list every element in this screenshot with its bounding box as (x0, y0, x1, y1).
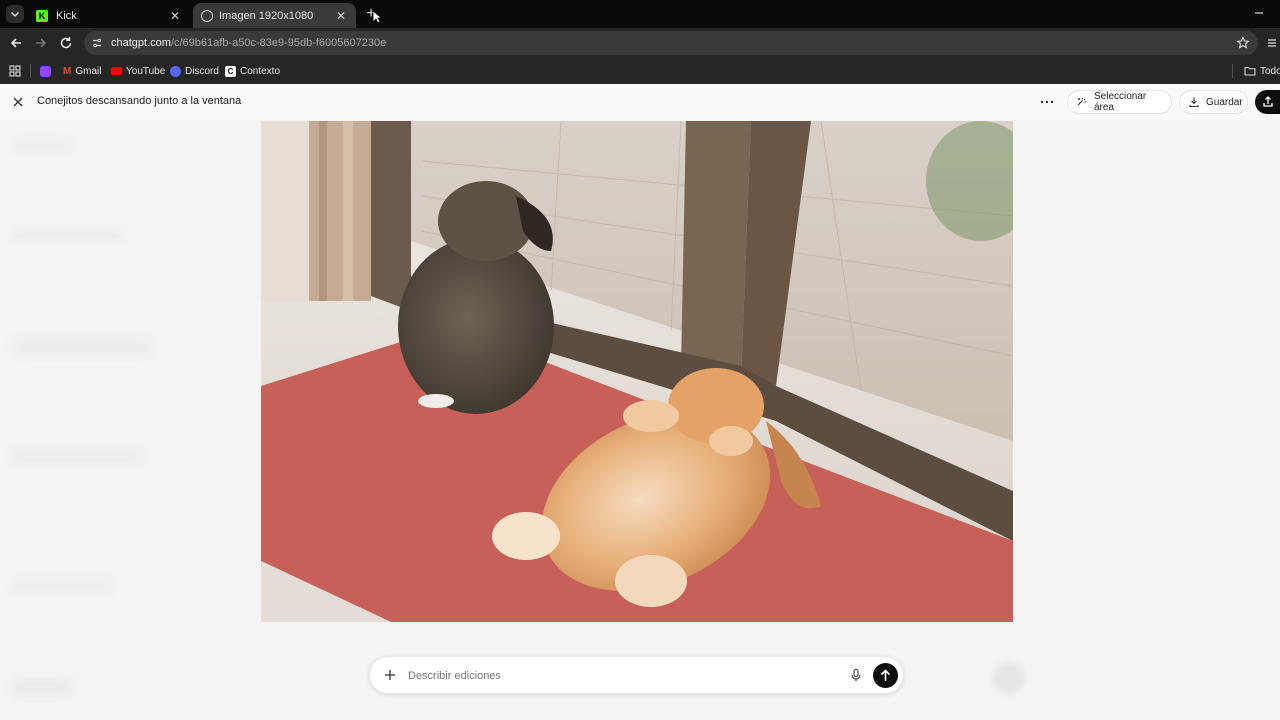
more-options-button[interactable] (1038, 94, 1056, 110)
tab-kick[interactable]: K Kick ✕ (28, 3, 190, 28)
select-area-label: Seleccionar área (1094, 91, 1147, 113)
bookmarks-bar: M Gmail YouTube Discord C Contexto Todo (0, 58, 1280, 85)
save-label: Guardar (1206, 96, 1243, 108)
close-icon[interactable]: ✕ (334, 9, 348, 23)
bookmark-label: Gmail (75, 65, 102, 77)
bookmark-discord[interactable]: Discord (170, 58, 219, 84)
back-button[interactable] (8, 35, 24, 51)
edited-image (261, 121, 1013, 622)
twitch-icon (40, 65, 51, 77)
close-icon[interactable]: ✕ (168, 9, 182, 23)
forward-button[interactable] (33, 35, 49, 51)
share-button[interactable] (1255, 90, 1280, 114)
address-bar[interactable]: chatgpt.com/c/69b61afb-a50c-83e9-95db-f6… (84, 31, 1258, 55)
bookmark-contexto[interactable]: C Contexto (225, 58, 280, 84)
minimize-window-button[interactable] (1252, 6, 1266, 20)
blurred-sidebar (0, 120, 200, 720)
site-info-icon[interactable] (91, 37, 103, 49)
close-editor-button[interactable] (11, 95, 25, 109)
minimize-icon (1255, 12, 1263, 14)
chatgpt-logo-icon (201, 9, 213, 22)
plus-icon (385, 670, 395, 680)
microphone-icon (851, 668, 861, 681)
save-button[interactable]: Guardar (1179, 90, 1248, 114)
contexto-icon: C (225, 65, 236, 77)
select-area-icon (1076, 96, 1088, 108)
tab-imagen[interactable]: Imagen 1920x1080 ✕ (193, 3, 356, 28)
arrow-right-icon (36, 38, 47, 48)
upload-icon (1263, 96, 1273, 107)
url-host: chatgpt.com (111, 37, 171, 49)
close-icon (13, 97, 23, 107)
url-path: /c/69b61afb-a50c-83e9-95db-f6005607230e (170, 37, 387, 49)
bookmark-label: YouTube (126, 65, 166, 77)
kick-logo-icon: K (36, 9, 48, 22)
apps-grid-icon[interactable] (9, 65, 21, 77)
chevron-down-icon (10, 11, 20, 18)
gmail-icon: M (63, 65, 72, 77)
browser-toolbar: chatgpt.com/c/69b61afb-a50c-83e9-95db-f6… (0, 28, 1280, 58)
blurred-avatar (993, 662, 1025, 694)
folder-icon (1244, 66, 1256, 76)
edit-description-input[interactable] (406, 666, 840, 686)
bookmark-label: Discord (185, 65, 219, 77)
select-area-button[interactable]: Seleccionar área (1067, 90, 1172, 114)
arrow-left-icon (10, 38, 21, 48)
page-title: Conejitos descansando junto a la ventana (37, 95, 242, 107)
reload-button[interactable] (58, 35, 74, 51)
menu-icon[interactable] (1266, 37, 1278, 49)
tab-title: Imagen 1920x1080 (219, 9, 314, 22)
arrow-up-icon (880, 669, 891, 681)
voice-input-button[interactable] (848, 667, 864, 683)
send-button[interactable] (873, 663, 898, 688)
bookmark-gmail[interactable]: M Gmail (63, 58, 101, 84)
youtube-icon (111, 67, 122, 75)
reload-icon (60, 37, 72, 49)
other-bookmarks[interactable]: Todo (1244, 58, 1280, 84)
browser-tab-strip: K Kick ✕ Imagen 1920x1080 ✕ + (0, 0, 1280, 28)
mouse-cursor-icon (372, 10, 382, 24)
bookmark-twitch[interactable] (40, 58, 56, 84)
add-attachment-button[interactable] (382, 667, 398, 683)
bookmark-youtube[interactable]: YouTube (111, 58, 165, 84)
download-icon (1188, 96, 1200, 108)
ellipsis-icon (1040, 100, 1054, 104)
tab-search-button[interactable] (6, 5, 24, 23)
rabbits-photo (261, 121, 1013, 622)
discord-icon (170, 65, 181, 77)
edit-prompt-composer (369, 656, 904, 694)
bookmark-label: Contexto (240, 65, 281, 77)
bookmark-star-icon[interactable] (1236, 36, 1250, 50)
bookmark-label: Todo (1260, 65, 1280, 77)
tab-title: Kick (56, 9, 77, 22)
